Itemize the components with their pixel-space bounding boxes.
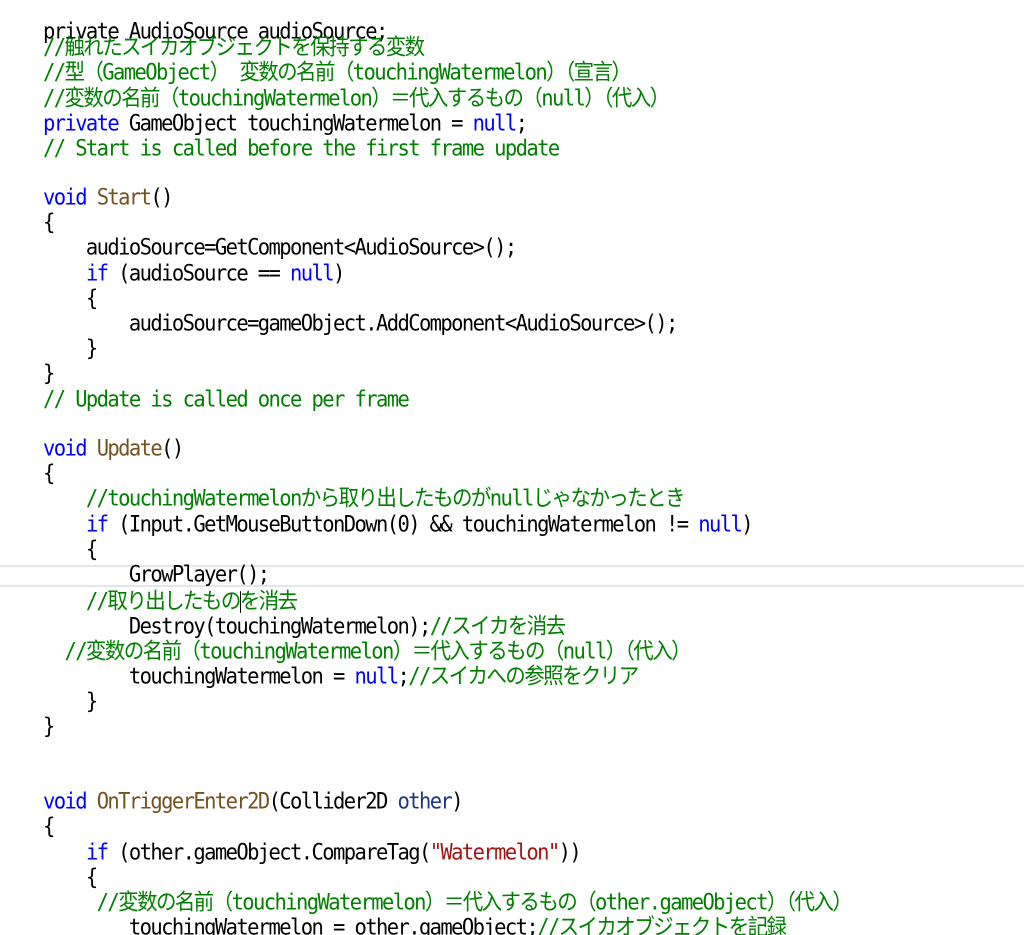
code-line: }: [0, 308, 98, 361]
code-line: {: [0, 433, 55, 486]
code-line: //型（GameObject） 変数の名前（touchingWatermelon…: [0, 32, 632, 85]
code-line-current[interactable]: //取り出したものを消去: [0, 561, 298, 614]
code-line: if (Input.GetMouseButtonDown(0) && touch…: [0, 484, 754, 537]
code-text: ): [741, 511, 753, 537]
code-line: //変数の名前（touchingWatermelon）＝代入するもの（null）…: [0, 611, 691, 664]
code-line: if (audioSource == null): [0, 233, 345, 286]
code-line: audioSource=GetComponent<AudioSource>();: [0, 207, 517, 260]
code-line: }: [0, 661, 98, 714]
code-line: void Update(): [0, 408, 184, 461]
code-editor[interactable]: private AudioSource audioSource; //触れたスイ…: [0, 0, 1024, 935]
code-line: Destroy(touchingWatermelon);//スイカを消去: [0, 586, 566, 639]
code-line: {: [0, 258, 98, 311]
code-line: {: [0, 786, 55, 839]
code-line: {: [0, 509, 98, 562]
code-text: (Collider2D: [268, 788, 398, 814]
code-line: void Start(): [0, 157, 174, 210]
code-line: }: [0, 912, 97, 935]
code-line: //変数の名前（touchingWatermelon）＝代入するもの（null）…: [0, 58, 670, 111]
code-text: ): [451, 788, 463, 814]
code-text: audioSource=gameObject.AddComponent<Audi…: [42, 310, 678, 336]
code-text: ;: [397, 663, 409, 689]
code-line: // Update is called once per frame: [0, 359, 410, 412]
parameter-name: other: [397, 788, 452, 814]
keyword-token: null: [698, 511, 743, 537]
keyword-token: null: [354, 663, 400, 689]
code-line: private GameObject touchingWatermelon = …: [0, 83, 528, 136]
code-line: // Start is called before the first fram…: [0, 108, 560, 161]
code-line: {: [0, 837, 98, 890]
comment-text: //スイカオブジェクトを記録: [537, 914, 787, 935]
code-line: {: [0, 182, 55, 235]
comment-text: //スイカへの参照をクリア: [408, 663, 639, 689]
code-text: }: [42, 713, 55, 739]
code-line: }: [0, 333, 55, 386]
code-text: touchingWatermelon = other.gameObject;: [42, 914, 539, 935]
code-line: if (other.gameObject.CompareTag("Waterme…: [0, 812, 582, 865]
code-line: }: [0, 686, 55, 739]
code-line: //触れたスイカオブジェクトを保持する変数: [0, 7, 425, 60]
method-name: OnTriggerEnter2D: [96, 788, 270, 814]
code-line: GrowPlayer();: [0, 534, 270, 587]
code-line: //touchingWatermelonから取り出したものがnullじゃなかった…: [0, 458, 686, 511]
code-line: //変数の名前（touchingWatermelon）＝代入するもの（other…: [0, 862, 853, 915]
code-line: touchingWatermelon = other.gameObject;//…: [0, 887, 787, 935]
code-line: audioSource=gameObject.AddComponent<Audi…: [0, 283, 678, 336]
code-line: touchingWatermelon = null;//スイカへの参照をクリア: [0, 636, 639, 689]
code-line: void OnTriggerEnter2D(Collider2D other): [0, 761, 464, 814]
